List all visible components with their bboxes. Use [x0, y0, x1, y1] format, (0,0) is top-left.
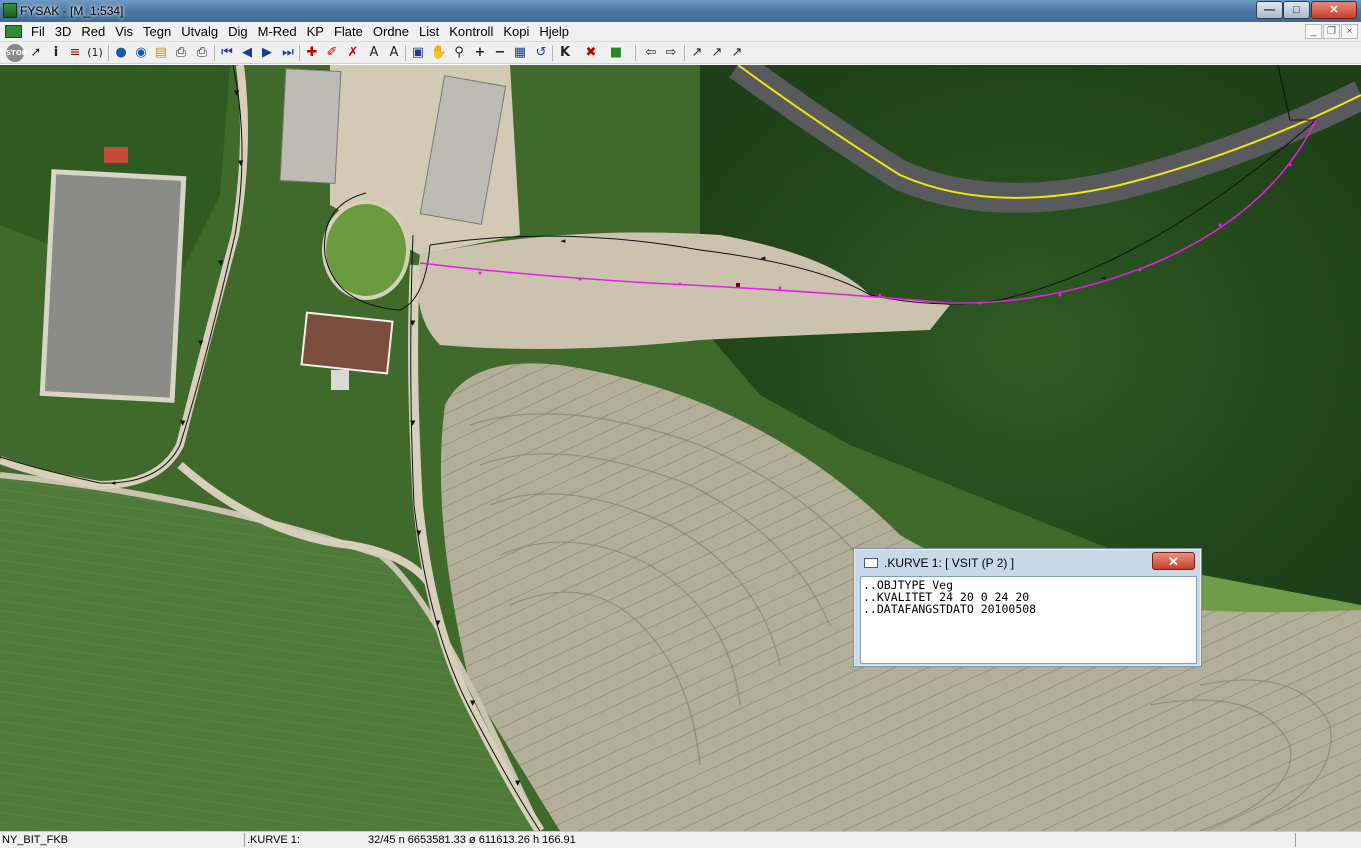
svg-text:◄: ◄ — [560, 237, 566, 245]
layer-status: NY_BIT_FKB — [2, 834, 69, 846]
object-status: .KURVE 1: — [247, 834, 300, 846]
refresh-icon[interactable]: ↺ — [532, 44, 550, 62]
next-icon[interactable]: ▶ — [258, 44, 276, 62]
toolbar: STOP ➚ i ≡ (1) ● ◉ ▤ ⎙ ⎙ ⏮ ◀ ▶ ⏭ ✚ ✐ ✗ A… — [0, 42, 1361, 64]
menu-item-3d[interactable]: 3D — [50, 24, 77, 40]
svg-text:▼: ▼ — [238, 159, 244, 167]
tool-c-icon[interactable]: ↗ — [728, 44, 746, 62]
zoom-icon[interactable]: ⚲ — [450, 44, 468, 62]
menu-item-red[interactable]: Red — [76, 24, 110, 40]
prev-icon[interactable]: ◀ — [238, 44, 256, 62]
tool-b-icon[interactable]: ↗ — [708, 44, 726, 62]
minimize-button[interactable]: — — [1256, 1, 1283, 19]
orthophoto-map[interactable]: ▼▼▼ ▼▼◄ ▼▼▼ ▼▼▼ ◄◄◄ — [0, 65, 1361, 831]
menu-item-utvalg[interactable]: Utvalg — [176, 24, 223, 40]
dialog-close-button[interactable]: ✕ — [1152, 552, 1195, 570]
menu-item-dig[interactable]: Dig — [223, 24, 253, 40]
pan-hand-icon[interactable]: ✋ — [430, 44, 448, 62]
first-icon[interactable]: ⏮ — [218, 44, 236, 62]
svg-text:▼: ▼ — [234, 89, 240, 97]
menu-item-hjelp[interactable]: Hjelp — [534, 24, 574, 40]
coordinate-readout: 32/45 n 6653581.33 ø 611613.26 h 166.91 — [368, 834, 576, 846]
globe-icon[interactable]: ● — [112, 44, 130, 62]
attribute-line: ..DATAFANGSTDATO 20100508 — [863, 602, 1037, 616]
window-title: FYSAK - [M_1:534] — [20, 4, 124, 18]
menu-item-tegn[interactable]: Tegn — [138, 24, 176, 40]
menu-item-flate[interactable]: Flate — [329, 24, 368, 40]
svg-text:◄: ◄ — [110, 479, 116, 487]
doc-restore-button[interactable]: ❐ — [1323, 24, 1340, 39]
k-icon[interactable]: K — [556, 44, 574, 62]
doc-close-button[interactable]: × — [1341, 24, 1358, 39]
curve-info-dialog: .KURVE 1: [ VSIT (P 2) ] ✕ ..OBJTYPE Veg… — [853, 548, 1202, 667]
info-icon[interactable]: i — [47, 44, 65, 62]
open-folder-icon[interactable]: ▤ — [152, 44, 170, 62]
text-tool-icon[interactable]: A — [385, 44, 403, 62]
doc-minimize-button[interactable]: _ — [1305, 24, 1322, 39]
title-bar: FYSAK - [M_1:534] — □ ✕ — [0, 0, 1361, 22]
export-icon[interactable]: ■ — [607, 44, 625, 62]
back-icon[interactable]: ⇦ — [642, 44, 660, 62]
zoom-in-icon[interactable]: + — [471, 44, 489, 62]
menu-item-m-red[interactable]: M-Red — [253, 24, 302, 40]
menu-item-kontroll[interactable]: Kontroll — [444, 24, 498, 40]
snap-icon[interactable]: ✖ — [582, 44, 600, 62]
layers-icon[interactable]: ▦ — [511, 44, 529, 62]
edit-curve-icon[interactable]: ✐ — [323, 44, 341, 62]
dialog-title: .KURVE 1: [ VSIT (P 2) ] — [884, 556, 1015, 570]
add-text-icon[interactable]: A — [365, 44, 383, 62]
globe-www-icon[interactable]: ◉ — [132, 44, 150, 62]
menu-items: Fil 3D Red Vis Tegn Utvalg Dig M-Red KP Flate Ordn… — [26, 24, 574, 40]
menu-bar: Fil 3D Red Vis Tegn Utvalg Dig M-Red KP Flate Ordn… — [0, 22, 1361, 42]
print-icon[interactable]: ⎙ — [172, 44, 190, 62]
map-canvas[interactable]: ▼ ▼ ▼ ▼ ▼ ◄ ▼ ▼ ▼ ▼ ▼ ▼ ◄ ◄ ◄ — [0, 65, 1361, 831]
last-icon[interactable]: ⏭ — [279, 44, 297, 62]
svg-text:▼: ▼ — [218, 259, 224, 267]
svg-text:▼: ▼ — [198, 339, 204, 347]
svg-text:▼: ▼ — [410, 319, 416, 327]
forward-icon[interactable]: ⇨ — [662, 44, 680, 62]
svg-text:▼: ▼ — [515, 779, 521, 787]
object-attributes: ..OBJTYPE Veg ..KVALITET 24 20 0 24 20 .… — [860, 576, 1197, 664]
tool-a-icon[interactable]: ↗ — [688, 44, 706, 62]
svg-text:▼: ▼ — [180, 419, 186, 427]
menu-item-kopi[interactable]: Kopi — [498, 24, 534, 40]
menu-item-kp[interactable]: KP — [302, 24, 329, 40]
list-icon[interactable]: ≡ — [66, 44, 84, 62]
stop-icon[interactable]: STOP — [6, 44, 27, 62]
svg-text:◄: ◄ — [760, 254, 766, 262]
object-count-icon[interactable]: (1) — [86, 44, 104, 62]
svg-text:▼: ▼ — [410, 419, 416, 427]
menu-item-fil[interactable]: Fil — [26, 24, 50, 40]
svg-text:▼: ▼ — [416, 529, 422, 537]
status-bar: NY_BIT_FKB .KURVE 1: 32/45 n 6653581.33 … — [0, 831, 1361, 848]
window-icon — [864, 558, 878, 568]
delete-curve-icon[interactable]: ✗ — [344, 44, 362, 62]
maximize-button[interactable]: □ — [1283, 1, 1310, 19]
svg-text:▼: ▼ — [435, 619, 441, 627]
svg-text:▼: ▼ — [470, 699, 476, 707]
close-button[interactable]: ✕ — [1311, 1, 1357, 19]
add-point-icon[interactable]: ✚ — [303, 44, 321, 62]
document-icon[interactable] — [5, 25, 22, 38]
print-preview-icon[interactable]: ⎙ — [193, 44, 211, 62]
zoom-out-icon[interactable]: − — [491, 44, 509, 62]
menu-item-list[interactable]: List — [414, 24, 444, 40]
zoom-extent-icon[interactable]: ▣ — [409, 44, 427, 62]
menu-item-vis[interactable]: Vis — [110, 24, 138, 40]
app-icon — [3, 3, 17, 18]
menu-item-ordne[interactable]: Ordne — [368, 24, 414, 40]
pointer-icon[interactable]: ➚ — [27, 44, 45, 62]
dialog-title-bar[interactable]: .KURVE 1: [ VSIT (P 2) ] ✕ — [858, 551, 1197, 573]
